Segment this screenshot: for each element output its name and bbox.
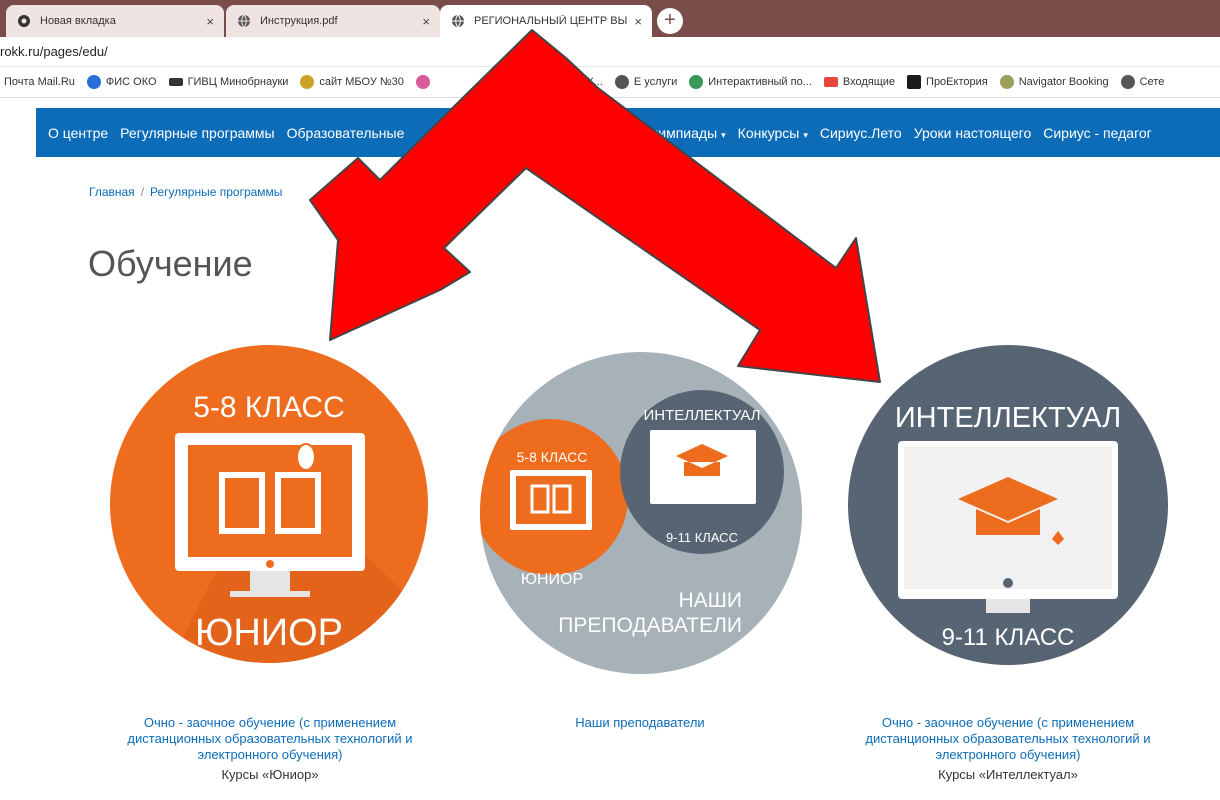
bookmark-flower[interactable] xyxy=(415,75,435,89)
globe-icon xyxy=(450,13,466,29)
intellectual-link[interactable]: Очно - заочное обучение (с применением д… xyxy=(836,715,1180,763)
bookmarks-bar: Почта Mail.Ru ФИС ОКО ГИВЦ Минобрнауки с… xyxy=(0,67,1220,98)
bookmark-mbou[interactable]: сайт МБОУ №30 xyxy=(300,75,404,89)
tab-label: РЕГИОНАЛЬНЫЙ ЦЕНТР ВЫЯВЛ xyxy=(474,15,628,27)
bookmark-proektoria[interactable]: ПроЕктория xyxy=(907,75,988,89)
teachers-caption: Наши преподаватели xyxy=(500,715,780,731)
grade-label: 5-8 КЛАСС xyxy=(193,391,345,424)
site-navigation: О центре Регулярные программы Образовате… xyxy=(36,108,1220,157)
bookmark-label: Входящие xyxy=(842,76,896,88)
nav-item-contests[interactable]: Конкурсы ▾ xyxy=(738,125,808,141)
caption-line: дистанционных образовательных технологий… xyxy=(865,731,1151,746)
caption-line: Очно - заочное обучение (с применением xyxy=(881,715,1135,730)
bookmark-mail[interactable]: Почта Mail.Ru xyxy=(4,76,75,88)
bookmark-label: Е услуги xyxy=(633,76,678,88)
gmail-icon xyxy=(823,77,838,87)
bookmark-givc[interactable]: ГИВЦ Минобрнауки xyxy=(168,76,289,88)
intellectual-illustration: ИНТЕЛЛЕКТУАЛ 9-11 КЛАСС xyxy=(895,402,1121,651)
intellectual-caption: Очно - заочное обучение (с применением д… xyxy=(836,715,1180,783)
tab-regional-center[interactable]: РЕГИОНАЛЬНЫЙ ЦЕНТР ВЫЯВЛ × xyxy=(440,5,652,37)
nav-item-sirius-teacher[interactable]: Сириус - педагог xyxy=(1043,125,1152,141)
junior-link[interactable]: Очно - заочное обучение (с применением д… xyxy=(100,715,440,763)
globe-icon xyxy=(236,13,252,29)
tab-new-tab[interactable]: Новая вкладка × xyxy=(6,5,224,37)
bookmark-label: Navigator Booking xyxy=(1018,76,1109,88)
bookmark-fis-oko[interactable]: ФИС ОКО xyxy=(86,75,157,89)
tab-label: Новая вкладка xyxy=(40,15,116,27)
junior-course-image[interactable]: 5-8 КЛАСС ЮНИОР xyxy=(110,345,428,663)
mouse-icon xyxy=(296,443,316,471)
bookmark-label: сайт МБОУ №30 xyxy=(319,76,404,88)
intellectual-subtitle: Курсы «Интеллектуал» xyxy=(938,767,1078,782)
nav-item-label: Олимпиады xyxy=(639,124,718,141)
bird-icon xyxy=(168,78,183,86)
school-icon xyxy=(300,75,315,89)
nav-item-regular-programs[interactable]: Регулярные программы xyxy=(120,125,274,141)
teachers-link[interactable]: Наши преподаватели xyxy=(500,715,780,731)
navigator-icon xyxy=(999,75,1014,89)
breadcrumb-home[interactable]: Главная xyxy=(89,185,135,199)
caption-line: Очно - заочное обучение (с применением xyxy=(143,715,397,730)
bookmark-label: ГИВЦ Минобрнауки xyxy=(187,76,289,88)
nav-item-sirius-summer[interactable]: Сириус.Лето xyxy=(820,125,902,141)
fis-icon xyxy=(86,75,101,89)
bookmark-label: ПроЕктория xyxy=(926,76,988,88)
bookmark-cabinet[interactable]: бинет К... xyxy=(555,76,603,88)
proektoria-icon xyxy=(907,75,922,89)
nav-item-educational[interactable]: Образовательные xyxy=(287,125,405,141)
new-tab-button[interactable]: + xyxy=(657,8,683,34)
interactive-icon xyxy=(689,75,704,89)
teachers-label-line1: НАШИ xyxy=(678,589,742,612)
bookmark-sete[interactable]: Сете xyxy=(1120,75,1165,89)
grade-label: 9-11 КЛАСС xyxy=(942,624,1075,651)
bookmark-label: Интерактивный по... xyxy=(708,76,812,88)
program-label: ЮНИОР xyxy=(521,571,583,588)
bookmark-interactive[interactable]: Интерактивный по... xyxy=(689,75,812,89)
bookmark-label: ФИС ОКО xyxy=(105,76,157,88)
grade-label: 9-11 КЛАСС xyxy=(666,530,738,545)
bookmark-inbox[interactable]: Входящие xyxy=(823,76,896,88)
program-label: ЮНИОР xyxy=(195,612,343,654)
tab-label: Инструкция.pdf xyxy=(260,15,338,27)
caret-down-icon: ▾ xyxy=(803,129,808,140)
url-text[interactable]: rokk.ru/pages/edu/ xyxy=(0,44,108,59)
nav-item-lessons[interactable]: Уроки настоящего xyxy=(914,125,1032,141)
junior-illustration: 5-8 КЛАСС ЮНИОР xyxy=(170,391,428,663)
tab-close-icon[interactable]: × xyxy=(634,14,642,29)
breadcrumb: Главная / Регулярные программы xyxy=(89,185,282,199)
grade-label: 5-8 КЛАСС xyxy=(517,449,588,465)
breadcrumb-separator: / xyxy=(140,185,145,199)
program-label: ИНТЕЛЛЕКТУАЛ xyxy=(895,402,1121,434)
breadcrumb-current[interactable]: Регулярные программы xyxy=(150,185,282,199)
tab-close-icon[interactable]: × xyxy=(206,14,214,29)
junior-subtitle: Курсы «Юниор» xyxy=(221,767,319,782)
bookmark-label: Почта Mail.Ru xyxy=(4,76,75,88)
flower-icon xyxy=(415,75,430,89)
nav-item-olympiads[interactable]: Олимпиады ▾ xyxy=(639,125,725,141)
address-bar[interactable]: rokk.ru/pages/edu/ xyxy=(0,37,1220,67)
caption-line: электронного обучения) xyxy=(935,747,1081,762)
nav-item-label: Конкурсы xyxy=(737,124,800,141)
bookmark-label: Сете xyxy=(1139,76,1165,88)
junior-caption: Очно - заочное обучение (с применением д… xyxy=(100,715,440,783)
caret-down-icon: ▾ xyxy=(721,129,726,140)
teachers-image[interactable]: 5-8 КЛАСС ЮНИОР ИНТЕЛЛЕКТУАЛ 9-11 КЛАСС … xyxy=(480,352,802,674)
nav-item-about[interactable]: О центре xyxy=(48,125,108,141)
caption-line: электронного обучения) xyxy=(197,747,343,762)
browser-tab-bar: Новая вкладка × Инструкция.pdf × РЕГИОНА… xyxy=(0,0,1220,37)
teachers-illustration: 5-8 КЛАСС ЮНИОР ИНТЕЛЛЕКТУАЛ 9-11 КЛАСС … xyxy=(480,390,784,637)
page-title: Обучение xyxy=(88,243,253,284)
bookmark-navigator[interactable]: Navigator Booking xyxy=(999,75,1109,89)
teachers-label-line2: ПРЕПОДАВАТЕЛИ xyxy=(558,614,742,637)
tab-instruction-pdf[interactable]: Инструкция.pdf × xyxy=(226,5,440,37)
program-label: ИНТЕЛЛЕКТУАЛ xyxy=(643,407,760,424)
tab-close-icon[interactable]: × xyxy=(422,14,430,29)
globe-icon xyxy=(614,75,629,89)
bookmark-label: бинет К... xyxy=(554,76,603,88)
bookmark-e-uslugi[interactable]: Е услуги xyxy=(614,75,678,89)
caption-line: дистанционных образовательных технологий… xyxy=(127,731,413,746)
intellectual-course-image[interactable]: ИНТЕЛЛЕКТУАЛ 9-11 КЛАСС xyxy=(848,345,1168,665)
globe-icon xyxy=(1120,75,1135,89)
browser-favicon-icon xyxy=(16,13,32,29)
